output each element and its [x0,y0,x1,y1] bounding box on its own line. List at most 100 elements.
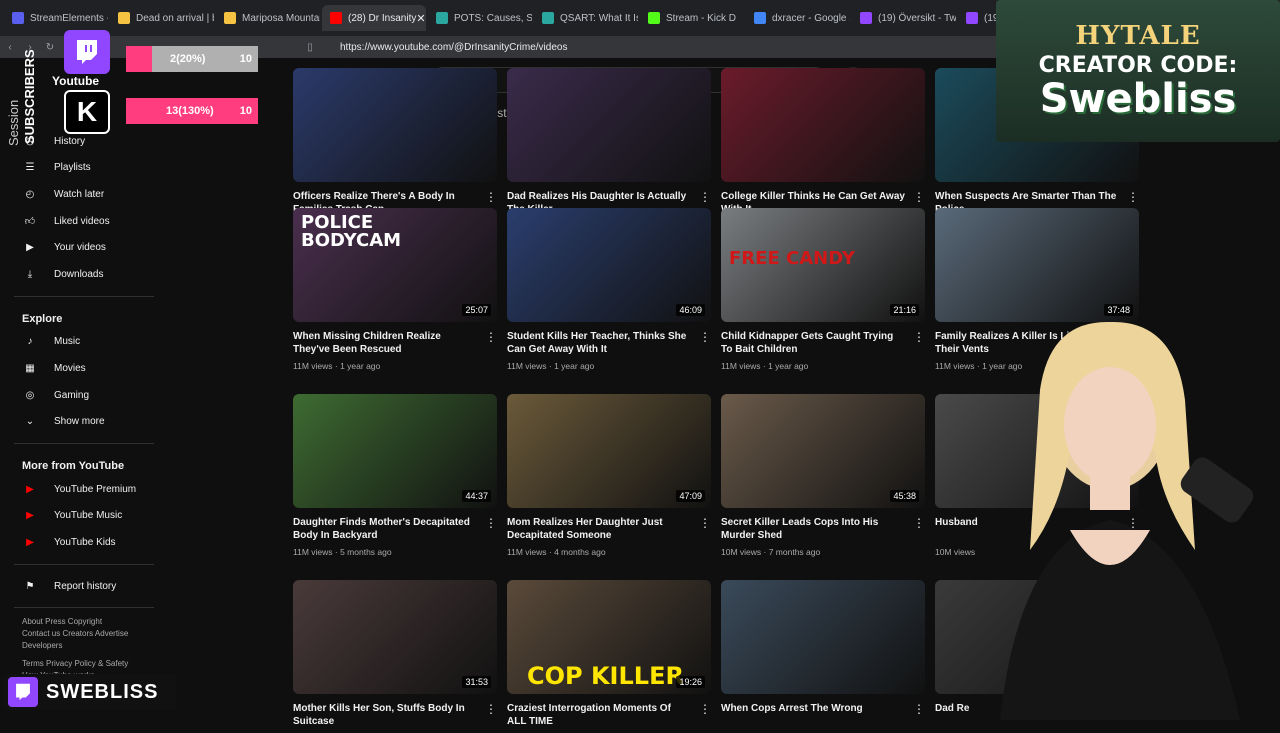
movies-icon: ▦ [25,362,35,374]
video-thumbnail[interactable] [721,580,925,694]
sidebar-item-your-videos[interactable]: ▶ Your videos [14,234,162,261]
sidebar-item-show-more[interactable]: ⌄ Show more [14,408,162,435]
video-thumbnail[interactable]: FREE CANDY 21:16 [721,208,925,322]
tab-favicon-icon [966,12,978,24]
twitch-icon [8,677,38,707]
sidebar-item-label: Downloads [54,268,104,280]
close-tab-icon[interactable]: ✕ [416,12,425,25]
thumbnail-caption: FREE CANDY [729,248,855,269]
gaming-icon: ◎ [25,389,35,401]
video-card[interactable]: 45:38 Secret Killer Leads Cops Into His … [721,394,925,557]
webcam-overlay [960,300,1280,720]
video-title[interactable]: Daughter Finds Mother's Decapitated Body… [293,516,478,542]
sidebar-item-music[interactable]: ♪ Music [14,329,162,356]
video-card[interactable]: College Killer Thinks He Can Get Away Wi… [721,68,925,231]
brand-name: SWEBLISS [46,680,159,703]
more-options-icon[interactable]: ⋮ [485,516,497,530]
subscribers-label: SUBSCRIBERS [22,49,37,144]
video-meta: 11M views · 1 year ago [293,361,381,371]
bookmark-icon[interactable]: ▯ [300,42,320,53]
more-options-icon[interactable]: ⋮ [1127,190,1139,204]
youtube-label: Youtube [52,74,100,88]
video-card[interactable]: Officers Realize There's A Body In Famil… [293,68,497,231]
sidebar-item-playlists[interactable]: ☰ Playlists [14,155,162,182]
video-thumbnail[interactable]: 46:09 [507,208,711,322]
more-options-icon[interactable]: ⋮ [913,190,925,204]
sidebar-item-youtube-kids[interactable]: ▶ YouTube Kids [14,529,162,556]
video-thumbnail[interactable] [507,68,711,182]
sidebar-item-downloads[interactable]: ⤓ Downloads [14,261,162,288]
more-options-icon[interactable]: ⋮ [485,330,497,344]
url-field[interactable]: https://www.youtube.com/@DrInsanityCrime… [340,42,567,53]
more-options-icon[interactable]: ⋮ [913,702,925,716]
sidebar-item-movies[interactable]: ▦ Movies [14,355,162,382]
video-card[interactable]: Dad Realizes His Daughter Is Actually Th… [507,68,711,231]
footer-links[interactable]: About Press Copyright [14,616,162,628]
video-title[interactable]: Secret Killer Leads Cops Into His Murder… [721,516,906,542]
video-title[interactable]: Craziest Interrogation Moments Of ALL TI… [507,702,692,728]
tab-title: StreamElements - s [30,12,108,24]
browser-tab[interactable]: dxracer - Google Se [746,5,850,31]
video-thumbnail[interactable] [721,68,925,182]
video-card[interactable]: FREE CANDY 21:16 Child Kidnapper Gets Ca… [721,208,925,371]
twitch-logo-icon [64,30,110,74]
browser-tab[interactable]: (19) Översikt - Twitc [852,5,956,31]
kick-logo-icon: K [64,90,110,134]
browser-tab[interactable]: QSART: What It Is, P [534,5,638,31]
more-options-icon[interactable]: ⋮ [485,190,497,204]
more-options-icon[interactable]: ⋮ [699,516,711,530]
tab-favicon-icon [542,12,554,24]
sidebar-item-watch-later[interactable]: ◴ Watch later [14,181,162,208]
video-thumbnail[interactable]: 31:53 [293,580,497,694]
video-meta: 11M views · 1 year ago [507,361,595,371]
more-options-icon[interactable]: ⋮ [913,516,925,530]
footer-links[interactable]: Contact us Creators Advertise [14,628,162,640]
sidebar-item-youtube-premium[interactable]: ▶ YouTube Premium [14,476,162,503]
video-title[interactable]: When Missing Children Realize They've Be… [293,330,478,356]
upload-age: 7 months ago [768,547,821,557]
view-count: 11M views [293,547,333,557]
video-thumbnail[interactable]: POLICE BODYCAM 25:07 [293,208,497,322]
sidebar-item-label: Movies [54,362,86,374]
video-title[interactable]: When Cops Arrest The Wrong [721,702,906,728]
footer-links[interactable]: Terms Privacy Policy & Safety [14,658,162,670]
your-videos-icon: ▶ [26,242,34,254]
video-title[interactable]: Mother Kills Her Son, Stuffs Body In Sui… [293,702,478,728]
sidebar-item-label: Report history [54,580,117,592]
tab-favicon-icon [436,12,448,24]
video-card[interactable]: 31:53 Mother Kills Her Son, Stuffs Body … [293,580,497,733]
sidebar-item-label: Your videos [54,242,106,254]
more-options-icon[interactable]: ⋮ [699,702,711,716]
footer-links[interactable]: Developers [14,640,162,652]
video-card[interactable]: COP KILLER 19:26 Craziest Interrogation … [507,580,711,733]
video-card[interactable]: 44:37 Daughter Finds Mother's Decapitate… [293,394,497,557]
more-options-icon[interactable]: ⋮ [699,190,711,204]
more-options-icon[interactable]: ⋮ [485,702,497,716]
video-card[interactable]: 47:09 Mom Realizes Her Daughter Just Dec… [507,394,711,557]
video-card[interactable]: POLICE BODYCAM 25:07 When Missing Childr… [293,208,497,371]
video-thumbnail[interactable]: 44:37 [293,394,497,508]
video-title[interactable]: Student Kills Her Teacher, Thinks She Ca… [507,330,692,356]
video-card[interactable]: When Cops Arrest The Wrong ⋮ [721,580,925,733]
sidebar-item-youtube-music[interactable]: ▶ YouTube Music [14,503,162,530]
music-icon: ♪ [27,336,33,348]
sidebar: ◷ History ☰ Playlists ◴ Watch later 👍︎ Liked vi… [14,128,162,704]
video-thumbnail[interactable]: COP KILLER 19:26 [507,580,711,694]
browser-tab[interactable]: (28) Dr Insanity ✕ [322,5,426,31]
kick-goal-progress: 13(130%) [166,105,214,117]
twitch-goal-target: 10 [239,53,252,65]
video-thumbnail[interactable] [293,68,497,182]
more-options-icon[interactable]: ⋮ [699,330,711,344]
sidebar-item-report-history[interactable]: ⚑ Report history [14,573,162,600]
video-thumbnail[interactable]: 47:09 [507,394,711,508]
sidebar-item-gaming[interactable]: ◎ Gaming [14,382,162,409]
more-options-icon[interactable]: ⋮ [913,330,925,344]
video-card[interactable]: 46:09 Student Kills Her Teacher, Thinks … [507,208,711,371]
sidebar-item-liked-videos[interactable]: 👍︎ Liked videos [14,208,162,235]
browser-tab[interactable]: Stream - Kick D [640,5,744,31]
video-meta: 10M views · 7 months ago [721,547,821,557]
video-title[interactable]: Child Kidnapper Gets Caught Trying To Ba… [721,330,906,356]
browser-tab[interactable]: POTS: Causes, Symp [428,5,532,31]
video-thumbnail[interactable]: 45:38 [721,394,925,508]
video-title[interactable]: Mom Realizes Her Daughter Just Decapitat… [507,516,692,542]
